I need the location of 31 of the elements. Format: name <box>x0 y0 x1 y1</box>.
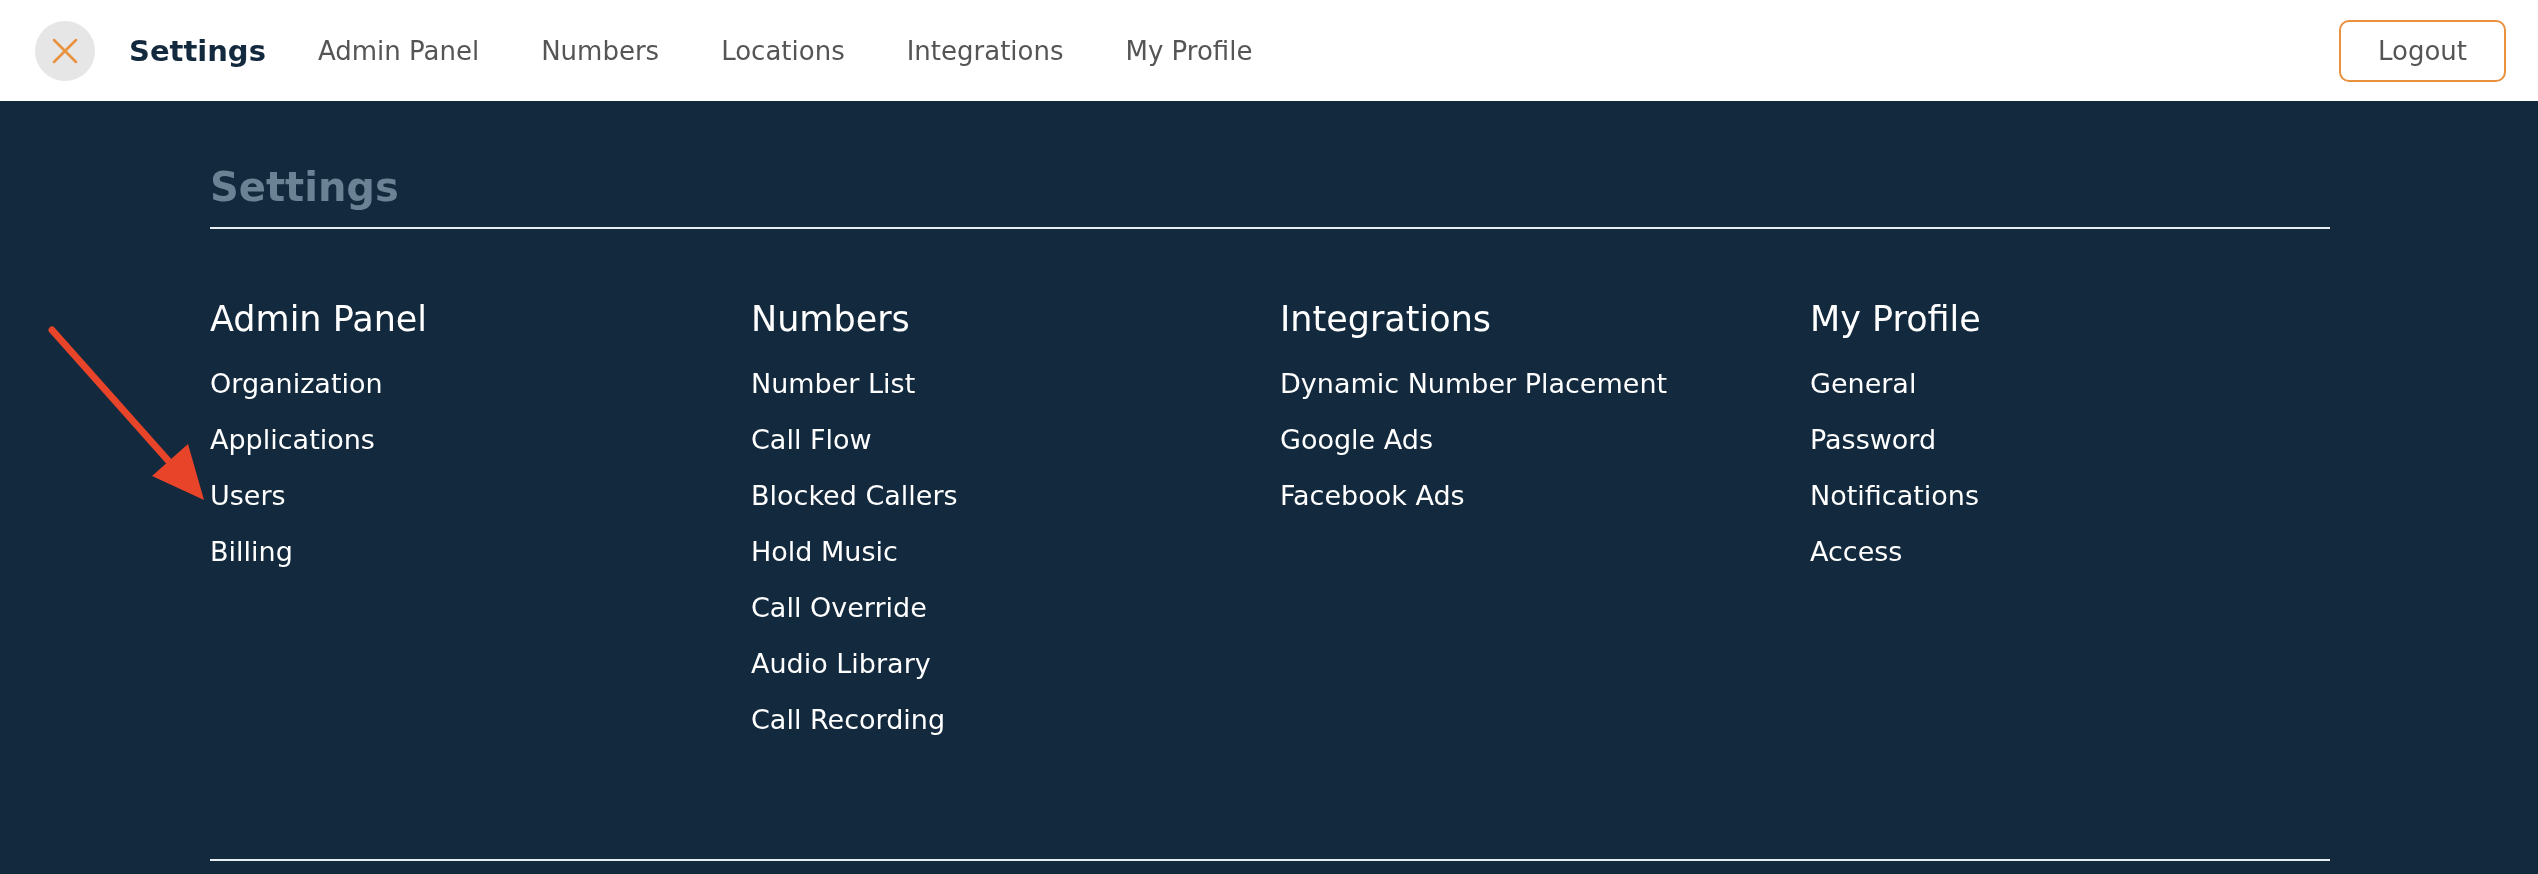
menu-link[interactable]: Call Flow <box>751 424 872 455</box>
column-heading: Numbers <box>751 298 911 341</box>
menu-link[interactable]: Google Ads <box>1280 424 1433 455</box>
menu-link[interactable]: Billing <box>210 536 293 567</box>
menu-link[interactable]: Number List <box>751 368 916 399</box>
section-title: Settings <box>210 163 400 211</box>
nav-link[interactable]: Admin Panel <box>317 35 480 66</box>
menu-link[interactable]: Access <box>1810 536 1903 567</box>
nav-link[interactable]: Integrations <box>906 35 1064 66</box>
menu-link[interactable]: Notifications <box>1810 480 1979 511</box>
menu-link[interactable]: Organization <box>210 368 383 399</box>
menu-link[interactable]: Call Recording <box>751 704 946 735</box>
menu-link[interactable]: Users <box>210 480 286 511</box>
menu-link[interactable]: Audio Library <box>751 648 931 679</box>
menu-link[interactable]: Dynamic Number Placement <box>1280 368 1668 399</box>
column-heading: My Profile <box>1810 298 1982 341</box>
menu-link[interactable]: Password <box>1810 424 1937 455</box>
column-heading: Integrations <box>1280 298 1493 341</box>
menu-link[interactable]: Call Override <box>751 592 927 623</box>
menu-link[interactable]: Applications <box>210 424 375 455</box>
menu-link[interactable]: Facebook Ads <box>1280 480 1465 511</box>
nav-link[interactable]: Numbers <box>541 35 660 66</box>
logout-button[interactable]: Logout <box>2338 19 2506 82</box>
menu-link[interactable]: Blocked Callers <box>751 480 958 511</box>
column-heading: Admin Panel <box>210 298 429 341</box>
nav-link[interactable]: Locations <box>721 35 845 66</box>
nav-link[interactable]: Settings <box>129 33 266 68</box>
menu-link[interactable]: General <box>1810 368 1917 399</box>
nav-link[interactable]: My Profile <box>1125 35 1253 66</box>
menu-link[interactable]: Hold Music <box>751 536 898 567</box>
close-icon <box>52 37 78 64</box>
